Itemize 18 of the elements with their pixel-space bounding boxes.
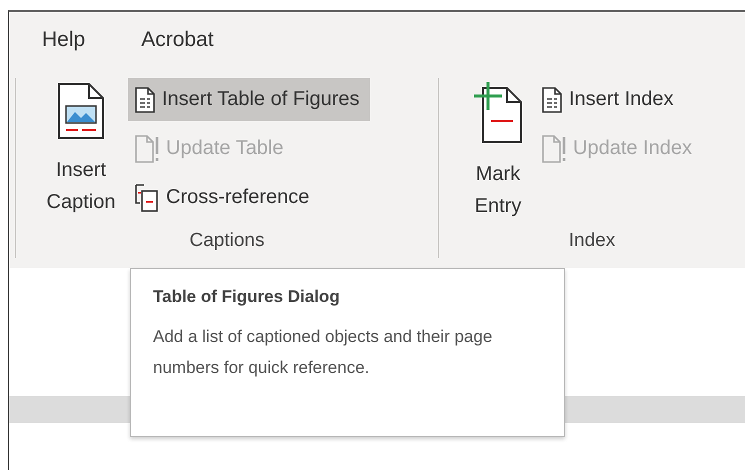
document-exclamation-icon: [134, 134, 160, 162]
caption-picture-icon: [57, 82, 105, 140]
ribbon-button[interactable]: Insert Index: [535, 78, 702, 121]
group-label: Captions: [190, 230, 264, 253]
ribbon-tab[interactable]: Acrobat: [141, 28, 214, 62]
mark-entry-icon: [473, 82, 523, 144]
large-button[interactable]: Insert Caption: [36, 78, 126, 230]
tooltip-title: Table of Figures Dialog: [153, 287, 341, 307]
ribbon-button[interactable]: Cross-reference: [128, 176, 370, 219]
tooltip-text: Add a list of captioned objects and their page numbers for quick reference.: [153, 326, 494, 379]
ribbon-button[interactable]: Insert Table of Figures: [128, 78, 370, 121]
large-button[interactable]: Mark Entry: [463, 78, 533, 230]
document-exclamation-icon: [541, 134, 567, 162]
document-list-icon: [541, 86, 563, 112]
ribbon-tab[interactable]: Help: [42, 28, 86, 62]
group-label: Index: [568, 230, 616, 253]
cross-reference-icon: [134, 184, 160, 212]
document-list-icon: [134, 86, 156, 112]
